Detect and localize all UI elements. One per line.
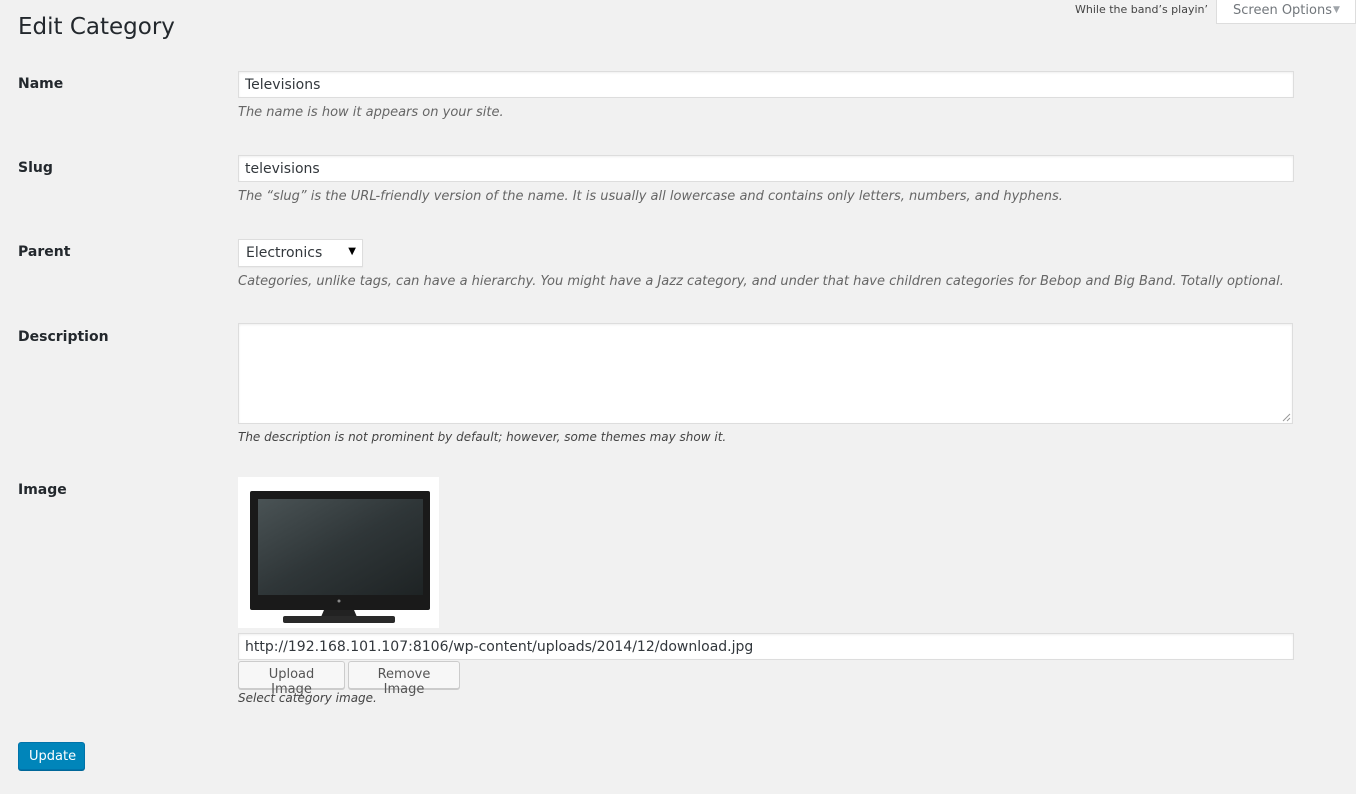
description-label: Description <box>18 329 109 345</box>
slug-description: The “slug” is the URL-friendly version o… <box>238 189 1063 204</box>
image-label: Image <box>18 482 67 498</box>
parent-select-value: Electronics <box>246 245 323 261</box>
television-image <box>250 491 430 623</box>
page-title: Edit Category <box>18 14 175 40</box>
slug-input[interactable] <box>238 155 1294 182</box>
description-help: The description is not prominent by defa… <box>238 430 727 444</box>
name-input[interactable] <box>238 71 1294 98</box>
parent-label: Parent <box>18 244 71 260</box>
category-image-thumbnail <box>238 477 439 628</box>
triangle-down-icon: ▼ <box>1333 5 1340 15</box>
resize-grip-icon[interactable] <box>1282 413 1291 422</box>
screen-options-label: Screen Options <box>1233 3 1332 18</box>
upload-image-button[interactable]: Upload Image <box>238 661 345 697</box>
parent-description: Categories, unlike tags, can have a hier… <box>238 274 1284 289</box>
name-description: The name is how it appears on your site. <box>238 105 504 120</box>
update-button[interactable]: Update <box>18 742 85 770</box>
name-label: Name <box>18 76 64 92</box>
slug-label: Slug <box>18 160 53 176</box>
image-url-input[interactable] <box>238 633 1294 660</box>
description-textarea[interactable] <box>238 323 1293 424</box>
parent-select[interactable]: Electronics ▼ <box>238 239 363 267</box>
caret-down-icon: ▼ <box>348 246 356 257</box>
hello-dolly-lyric: While the band’s playin’ <box>1075 3 1208 16</box>
screen-options-button[interactable]: Screen Options ▼ <box>1216 0 1356 24</box>
remove-image-button[interactable]: Remove Image <box>348 661 460 697</box>
image-help: Select category image. <box>238 691 377 705</box>
